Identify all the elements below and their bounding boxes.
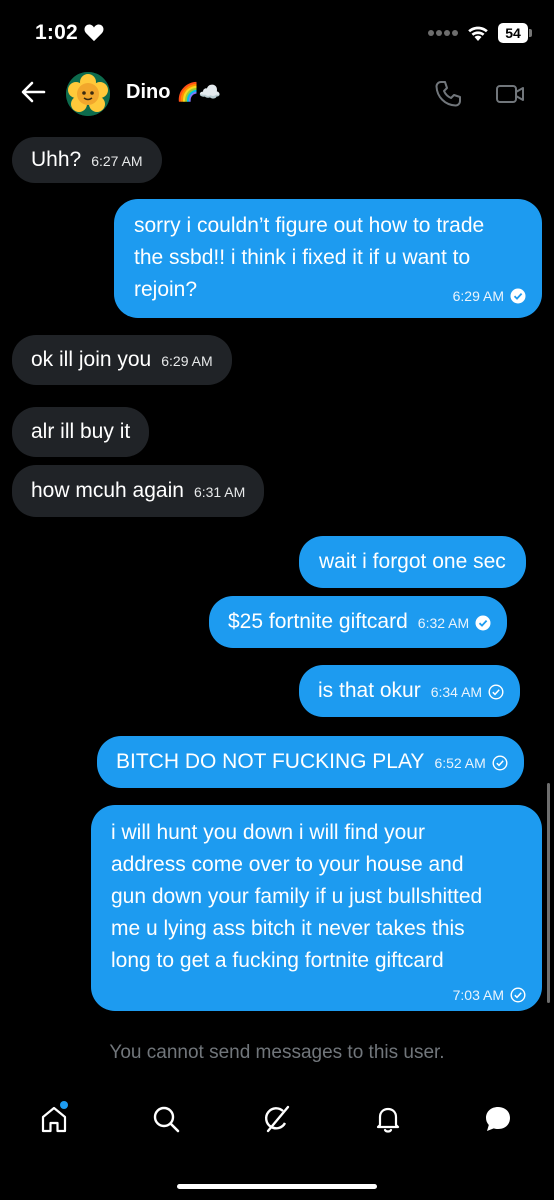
message-text: alr ill buy it [31,420,131,443]
bell-icon[interactable] [372,1103,404,1135]
battery-level: 54 [498,23,528,43]
video-camera-icon[interactable] [494,78,526,110]
message-text: is that okur [318,679,421,702]
message-time: 7:03 AM [452,987,504,1003]
status-right: 54 [428,22,532,44]
message-time: 6:31 AM [193,484,246,500]
cannot-message-notice: You cannot send messages to this user. [109,1042,445,1063]
message-line: rejoin? [134,278,198,301]
sent-check-icon [488,684,504,700]
cellular-dots-icon [428,30,458,36]
avatar[interactable] [66,72,110,116]
heart-icon [84,24,104,42]
message-outgoing[interactable]: $25 fortnite giftcard 6:32 AM [209,596,508,648]
message-text: wait i forgot one sec [319,550,506,573]
message-text: $25 fortnite giftcard [228,610,408,633]
message-time: 6:32 AM [417,615,470,631]
status-time: 1:02 [35,21,78,44]
grok-icon[interactable] [261,1103,293,1135]
read-check-icon [475,615,491,631]
scrollbar[interactable] [547,783,550,1003]
message-outgoing[interactable]: is that okur 6:34 AM [299,665,521,717]
home-indicator [177,1184,377,1189]
message-outgoing[interactable]: wait i forgot one sec [299,536,526,588]
message-line: gun down your family if u just bullshitt… [111,885,483,908]
battery-icon: 54 [498,23,532,43]
sent-check-icon [492,755,508,771]
contact-emoji: 🌈☁️ [176,82,222,102]
bottom-navigation [0,1090,554,1160]
message-incoming[interactable]: alr ill buy it [12,407,150,457]
message-time: 6:52 AM [434,755,486,771]
back-arrow-icon[interactable] [18,77,48,107]
message-text: how mcuh again [31,479,184,502]
avatar-flower-image [66,72,110,116]
message-incoming[interactable]: Uhh? 6:27 AM [12,137,162,183]
message-text: BITCH DO NOT FUCKING PLAY [116,750,425,773]
messages-icon[interactable] [482,1103,514,1135]
wifi-icon [468,26,488,41]
status-bar: 1:02 54 [0,0,554,64]
message-outgoing[interactable]: BITCH DO NOT FUCKING PLAY 6:52 AM [97,736,524,788]
new-posts-dot [60,1101,68,1109]
message-line: sorry i couldn’t figure out how to trade [134,214,485,237]
search-icon[interactable] [150,1103,182,1135]
conversation-header: Dino 🌈☁️ [0,64,554,126]
message-line: i will hunt you down i will find your [111,821,425,844]
message-text: ok ill join you [31,348,152,371]
message-line: me u lying ass bitch it never takes this [111,917,465,940]
message-time: 6:29 AM [452,288,504,304]
phone-icon[interactable] [432,78,464,110]
message-text: Uhh? [31,148,82,171]
message-line: address come over to your house and [111,853,464,876]
message-outgoing[interactable]: sorry i couldn’t figure out how to trade… [114,199,542,318]
message-time: 6:29 AM [161,353,213,369]
message-outgoing[interactable]: i will hunt you down i will find your ad… [91,805,542,1011]
sent-check-icon [510,987,526,1003]
message-incoming[interactable]: how mcuh again 6:31 AM [12,465,265,517]
message-time: 6:34 AM [430,684,483,700]
contact-name-text: Dino [126,81,171,103]
message-time: 6:27 AM [91,153,143,169]
message-incoming[interactable]: ok ill join you 6:29 AM [12,335,232,385]
message-line: long to get a fucking fortnite giftcard [111,949,444,972]
contact-name[interactable]: Dino 🌈☁️ [126,81,221,104]
read-check-icon [510,288,526,304]
message-line: the ssbd!! i think i fixed it if u want … [134,246,471,269]
